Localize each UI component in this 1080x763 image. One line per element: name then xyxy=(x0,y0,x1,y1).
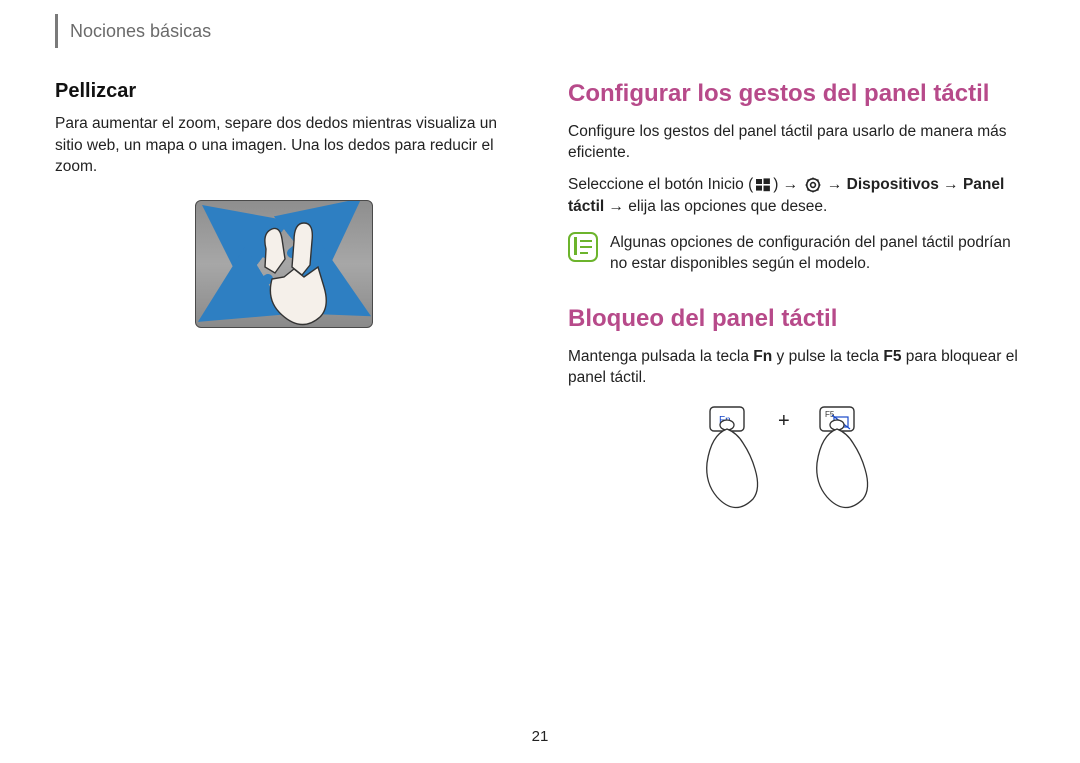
lock-body-2: y pulse la tecla xyxy=(772,348,883,365)
configure-gestures-body: Configure los gestos del panel táctil pa… xyxy=(568,121,1025,164)
plus-sign: + xyxy=(778,410,790,432)
section-title: Nociones básicas xyxy=(70,21,211,42)
two-column-layout: Pellizcar Para aumentar el zoom, separe … xyxy=(55,80,1025,523)
path-pre: Seleccione el botón Inicio ( xyxy=(568,176,753,193)
lock-body-1: Mantenga pulsada la tecla xyxy=(568,348,753,365)
configure-gestures-heading: Configurar los gestos del panel táctil xyxy=(568,80,1025,109)
fn-key-name: Fn xyxy=(753,348,772,365)
header-accent xyxy=(55,14,58,48)
path-arrow-1: ) → xyxy=(773,176,802,193)
settings-gear-icon xyxy=(805,177,821,193)
note-block: Algunas opciones de configuración del pa… xyxy=(568,232,1025,275)
settings-path: Seleccione el botón Inicio ( ) → → Dispos… xyxy=(568,174,1025,217)
page-header: Nociones básicas xyxy=(55,0,1025,48)
fn-f5-illustration: Fn + F5 xyxy=(568,403,1025,523)
windows-start-icon xyxy=(755,177,771,193)
touchpad-graphic xyxy=(195,200,373,328)
pellizcar-body: Para aumentar el zoom, separe dos dedos … xyxy=(55,113,512,178)
f5-key-name: F5 xyxy=(883,348,901,365)
pellizcar-heading: Pellizcar xyxy=(55,80,512,103)
pinch-svg xyxy=(196,201,374,329)
lock-touchpad-body: Mantenga pulsada la tecla Fn y pulse la … xyxy=(568,346,1025,389)
note-text: Algunas opciones de configuración del pa… xyxy=(610,232,1025,275)
lock-touchpad-heading: Bloqueo del panel táctil xyxy=(568,305,1025,334)
path-arrow-2: → xyxy=(823,176,847,193)
path-devices: Dispositivos xyxy=(847,176,939,193)
right-column: Configurar los gestos del panel táctil C… xyxy=(568,80,1025,523)
pinch-gesture-illustration xyxy=(194,200,374,330)
page-number: 21 xyxy=(0,728,1080,745)
path-post: → elija las opciones que desee. xyxy=(604,198,827,215)
path-arrow-3: → xyxy=(939,176,963,193)
left-column: Pellizcar Para aumentar el zoom, separe … xyxy=(55,80,512,523)
manual-page: Nociones básicas Pellizcar Para aumentar… xyxy=(0,0,1080,763)
note-icon xyxy=(568,232,598,262)
keys-svg: Fn + F5 xyxy=(682,403,912,523)
